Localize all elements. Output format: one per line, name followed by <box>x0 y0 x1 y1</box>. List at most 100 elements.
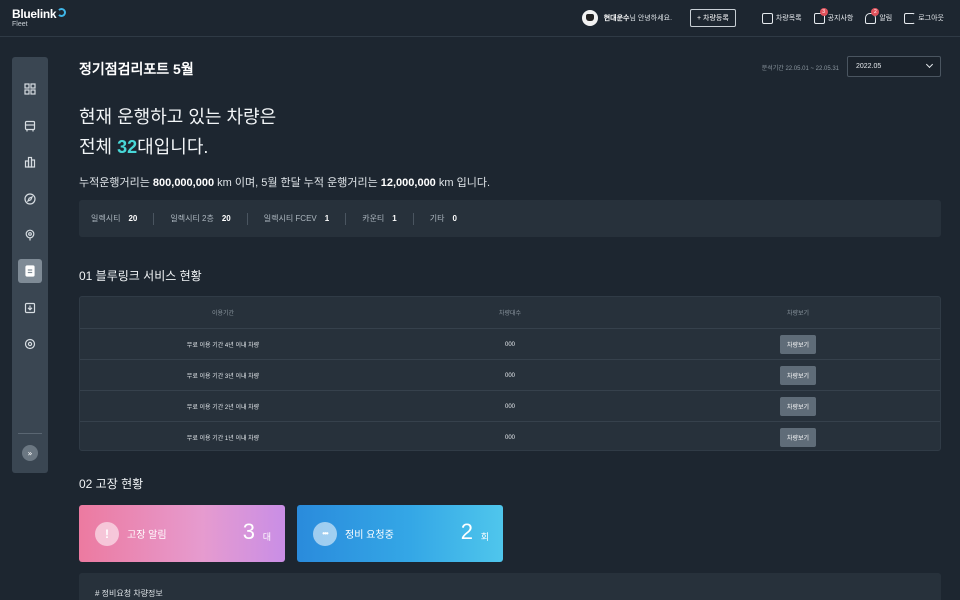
headline-post: 대입니다. <box>137 137 209 157</box>
divider <box>246 212 248 225</box>
alarm-link[interactable]: 2 알림 <box>865 7 893 24</box>
card-label: 정비 요청중 <box>345 530 394 541</box>
location-icon[interactable] <box>22 227 38 243</box>
vehicle-type-label: 기타 <box>429 214 445 223</box>
headline-pre: 전체 <box>79 137 118 157</box>
view-cell: 차량보기 <box>654 391 942 422</box>
card-unit: 대 <box>262 532 271 542</box>
vehicle-type-label: 카운티 <box>362 214 385 223</box>
card-value: 3 <box>242 519 255 544</box>
table-row: 무료 이용 기간 4년 이내 차량 000 차량보기 <box>80 328 940 359</box>
page-title: 정기점검리포트 5월 <box>79 61 194 77</box>
month-mileage: 12,000,000 <box>380 177 436 189</box>
card-unit: 회 <box>480 532 489 542</box>
count-cell: 000 <box>504 372 515 379</box>
vehicle-type-item: 일렉시티 FCEV 1 <box>264 213 329 224</box>
dashboard-icon[interactable] <box>22 81 38 97</box>
view-vehicles-button[interactable]: 차량보기 <box>780 397 816 416</box>
service-status-table: 이용기간 차량대수 차량보기 무료 이용 기간 4년 이내 차량 000 차량보… <box>79 296 941 451</box>
view-cell: 차량보기 <box>654 360 942 391</box>
mileage-summary: 누적운행거리는 800,000,000 km 이며, 5월 한달 누적 운행거리… <box>79 174 490 190</box>
headline: 현재 운행하고 있는 차량은 전체 32대입니다. <box>79 102 276 162</box>
table-row: 무료 이용 기간 1년 이내 차량 000 차량보기 <box>80 421 940 452</box>
count-cell: 000 <box>504 403 515 410</box>
notice-badge: 3 <box>819 7 828 16</box>
month-select[interactable]: 2022.05 <box>847 56 941 77</box>
dots-icon: ••• <box>313 521 337 546</box>
section-title-service: 01 블루링크 서비스 현황 <box>79 269 202 283</box>
view-vehicles-button[interactable]: 차량보기 <box>780 428 816 447</box>
info-panel-title: # 정비요청 차량정보 <box>95 589 163 598</box>
summary-pre: 누적운행거리는 <box>79 177 153 189</box>
view-vehicles-button[interactable]: 차량보기 <box>780 366 816 385</box>
column-header: 차량보기 <box>786 311 810 317</box>
count-cell: 000 <box>504 434 515 441</box>
total-vehicle-count: 32 <box>117 137 138 157</box>
total-mileage: 800,000,000 <box>152 177 215 189</box>
bus-icon[interactable] <box>22 118 38 134</box>
repair-request-card[interactable]: ••• 정비 요청중 2 회 <box>297 505 503 562</box>
period-cell: 무료 이용 기간 4년 이내 차량 <box>186 343 260 349</box>
analysis-period: 분석기간 22.05.01 ~ 22.05.31 <box>761 66 839 72</box>
sidebar: » <box>12 57 48 473</box>
view-vehicles-button[interactable]: 차량보기 <box>780 335 816 354</box>
greeting: 현대운수님 안녕하세요. <box>604 13 672 23</box>
vehicle-list-link[interactable]: 차량목록 <box>761 12 802 24</box>
column-header: 이용기간 <box>211 311 235 317</box>
vehicle-type-item: 일렉시티 2층 20 <box>170 213 230 224</box>
breakdown-alert-card[interactable]: ! 고장 알림 3 대 <box>79 505 285 562</box>
vehicle-type-count: 20 <box>221 214 231 223</box>
period-cell: 무료 이용 기간 1년 이내 차량 <box>186 436 260 442</box>
count-cell: 000 <box>504 341 515 348</box>
headline-line2: 전체 32대입니다. <box>79 132 276 162</box>
logout-icon <box>904 12 916 24</box>
card-label: 고장 알림 <box>127 530 167 541</box>
compass-icon[interactable] <box>22 191 38 207</box>
alert-icon: ! <box>95 521 119 546</box>
notice-label: 공지사항 <box>827 15 854 22</box>
logout-link[interactable]: 로그아웃 <box>904 12 944 24</box>
alarm-badge: 2 <box>871 7 880 16</box>
vehicle-type-count: 20 <box>128 214 138 223</box>
brand-sub: Fleet <box>12 21 28 28</box>
vehicle-type-count: 0 <box>452 214 457 223</box>
user-name: 현대운수 <box>603 15 630 22</box>
vehicle-type-label: 일렉시티 FCEV <box>263 214 317 223</box>
table-row: 무료 이용 기간 3년 이내 차량 000 차량보기 <box>80 359 940 390</box>
sidebar-divider <box>18 433 42 434</box>
report-icon[interactable] <box>22 263 38 279</box>
summary-post: km 입니다. <box>435 177 491 189</box>
vehicle-list-icon <box>761 12 773 24</box>
greeting-suffix: 님 안녕하세요. <box>629 15 673 22</box>
vehicle-type-item: 일렉시티 20 <box>91 213 137 224</box>
register-vehicle-button[interactable]: + 차량등록 <box>690 9 736 27</box>
vehicle-list-label: 차량목록 <box>775 15 802 22</box>
chevron-down-icon <box>925 60 934 69</box>
vehicle-type-bar: 일렉시티 20 일렉시티 2층 20 일렉시티 FCEV 1 카운티 1 기타 0 <box>79 200 941 237</box>
brand-ring-icon <box>57 8 67 17</box>
divider <box>345 212 347 225</box>
section-title-breakdown: 02 고장 현황 <box>79 477 144 491</box>
top-header: Bluelink Fleet 현대운수님 안녕하세요. + 차량등록 차량목록 … <box>0 0 960 37</box>
column-header: 차량대수 <box>498 311 522 317</box>
settings-icon[interactable] <box>22 336 38 352</box>
alarm-label: 알림 <box>879 15 893 22</box>
brand-logo[interactable]: Bluelink Fleet <box>12 7 67 28</box>
avatar[interactable] <box>581 10 598 26</box>
card-value: 2 <box>460 519 473 544</box>
table-row: 무료 이용 기간 2년 이내 차량 000 차량보기 <box>80 390 940 421</box>
expand-sidebar-button[interactable]: » <box>22 445 38 461</box>
vehicle-type-label: 일렉시티 <box>91 214 121 223</box>
summary-mid: km 이며, 5월 한달 누적 운행거리는 <box>214 177 381 189</box>
download-icon[interactable] <box>22 300 38 316</box>
view-cell: 차량보기 <box>654 422 942 453</box>
vehicle-type-count: 1 <box>392 214 397 223</box>
vehicle-type-item: 기타 0 <box>430 213 457 224</box>
divider <box>153 212 155 225</box>
building-icon[interactable] <box>22 154 38 170</box>
vehicle-type-item: 카운티 1 <box>362 213 397 224</box>
brand-name: Bluelink <box>12 7 57 21</box>
period-cell: 무료 이용 기간 2년 이내 차량 <box>186 405 260 411</box>
notice-link[interactable]: 3 공지사항 <box>813 7 854 24</box>
table-header: 이용기간 차량대수 차량보기 <box>80 297 940 328</box>
